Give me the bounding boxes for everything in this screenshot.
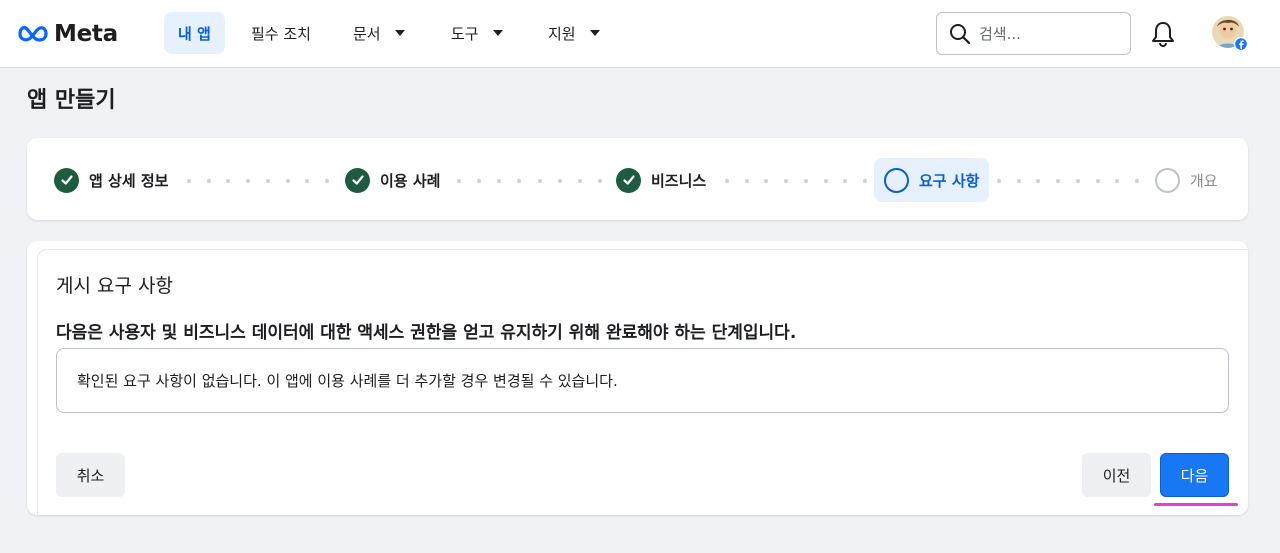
nav-my-apps[interactable]: 내 앱 — [164, 12, 225, 54]
check-circle-icon — [616, 167, 641, 193]
step-connector — [725, 179, 867, 183]
step-requirements[interactable]: 요구 사항 — [874, 158, 990, 202]
step-label: 요구 사항 — [919, 171, 980, 190]
notice-text: 확인된 요구 사항이 없습니다. 이 앱에 이용 사례를 더 추가할 경우 변경… — [77, 372, 618, 390]
nav-tools-label: 도구 — [451, 24, 479, 43]
requirements-notice: 확인된 요구 사항이 없습니다. 이 앱에 이용 사례를 더 추가할 경우 변경… — [56, 348, 1229, 413]
nav-required-actions-label: 필수 조치 — [251, 24, 311, 43]
step-overview[interactable]: 개요 — [1155, 158, 1218, 202]
search-icon — [950, 23, 971, 44]
step-use-cases[interactable]: 이용 사례 — [345, 158, 440, 202]
search-box[interactable] — [936, 12, 1131, 55]
logo-text: Meta — [54, 21, 118, 47]
previous-button[interactable]: 이전 — [1082, 453, 1151, 497]
nav-docs-label: 문서 — [353, 24, 381, 43]
requirements-description: 다음은 사용자 및 비즈니스 데이터에 대한 액세스 권한을 얻고 유지하기 위… — [56, 323, 797, 343]
caret-down-icon — [492, 30, 503, 36]
caret-down-icon — [589, 30, 600, 36]
meta-infinity-icon — [18, 26, 48, 42]
nav-tools[interactable]: 도구 — [437, 12, 517, 54]
bell-icon[interactable] — [1150, 20, 1176, 48]
nav-support[interactable]: 지원 — [534, 12, 614, 54]
nav-support-label: 지원 — [548, 24, 576, 43]
step-label: 비즈니스 — [651, 171, 707, 190]
current-step-ring-icon — [884, 167, 909, 193]
scrollbar[interactable] — [1268, 68, 1280, 553]
step-connector — [187, 179, 329, 183]
step-business[interactable]: 비즈니스 — [616, 158, 706, 202]
pending-step-ring-icon — [1155, 167, 1180, 193]
step-app-details[interactable]: 앱 상세 정보 — [54, 158, 168, 202]
step-label: 앱 상세 정보 — [89, 171, 169, 190]
next-button[interactable]: 다음 — [1160, 453, 1229, 497]
search-input[interactable] — [979, 24, 1119, 43]
check-circle-icon — [54, 167, 79, 193]
nav-required-actions[interactable]: 필수 조치 — [237, 12, 325, 54]
facebook-badge-icon — [1234, 37, 1248, 51]
annotation-underline — [1154, 503, 1238, 506]
avatar[interactable] — [1212, 15, 1248, 51]
stepper: 앱 상세 정보 이용 사례 비즈니스 요구 사항 개요 — [27, 138, 1248, 220]
cancel-button[interactable]: 취소 — [56, 453, 125, 497]
step-label: 개요 — [1190, 171, 1218, 190]
section-title: 게시 요구 사항 — [56, 275, 173, 297]
check-circle-icon — [345, 167, 370, 193]
step-connector — [457, 179, 602, 183]
step-label: 이용 사례 — [380, 171, 441, 190]
nav-docs[interactable]: 문서 — [339, 12, 419, 54]
top-navigation: Meta 내 앱 필수 조치 문서 도구 지원 — [0, 0, 1280, 68]
nav-my-apps-label: 내 앱 — [178, 24, 211, 43]
caret-down-icon — [394, 30, 405, 36]
page-title: 앱 만들기 — [27, 88, 116, 113]
step-connector — [997, 179, 1139, 183]
meta-logo[interactable]: Meta — [16, 20, 118, 48]
